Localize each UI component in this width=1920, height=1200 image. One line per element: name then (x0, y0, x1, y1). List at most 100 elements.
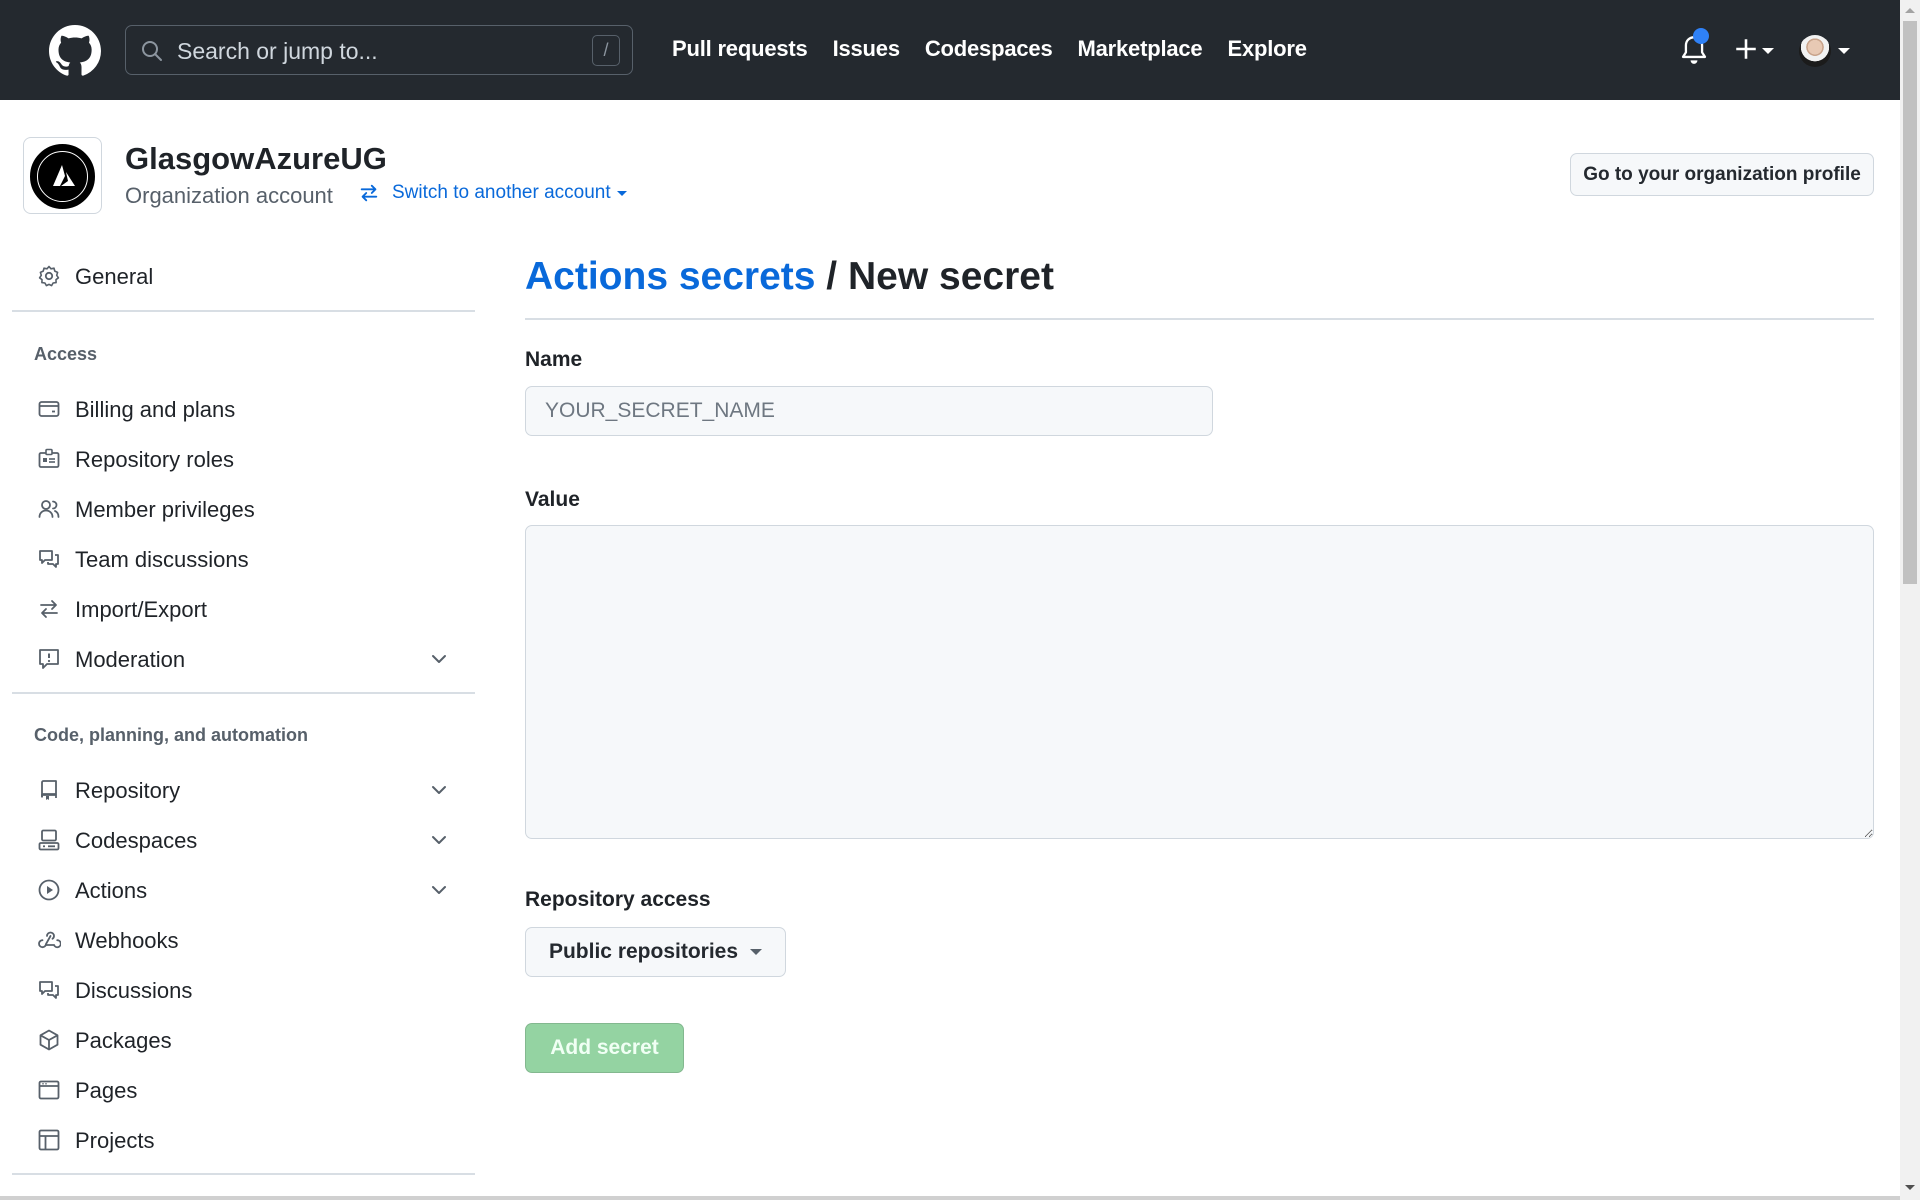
sidebar-item-label: Repository (75, 778, 181, 803)
breadcrumb-separator: / (815, 255, 848, 298)
vertical-scrollbar[interactable] (1900, 0, 1920, 1200)
org-name: GlasgowAzureUG (125, 141, 387, 176)
sidebar-item-label: Team discussions (75, 547, 249, 572)
switch-account-caret-icon (616, 190, 627, 196)
notification-indicator (1693, 28, 1709, 44)
sidebar-item-projects[interactable]: Projects (12, 1118, 475, 1162)
sidebar-item-packages[interactable]: Packages (12, 1018, 475, 1062)
sidebar-item-label: Moderation (75, 647, 186, 672)
name-label: Name (525, 348, 583, 371)
switch-account-label: Switch to another account (392, 182, 611, 203)
nav-issues[interactable]: Issues (833, 36, 900, 62)
sidebar-divider (12, 1173, 475, 1175)
caret-down-icon (750, 949, 763, 955)
id-badge-icon (38, 448, 60, 468)
sidebar-divider (12, 692, 475, 694)
nav-marketplace[interactable]: Marketplace (1077, 36, 1202, 62)
sidebar-item-label: Repository roles (75, 447, 234, 472)
sidebar-item-import-export[interactable]: Import/Export (12, 587, 475, 631)
search-shortcut-key: / (592, 35, 620, 66)
repository-access-selected: Public repositories (548, 940, 739, 963)
create-new-caret-icon[interactable] (1762, 48, 1774, 54)
report-icon (39, 649, 59, 669)
chevron-down-icon[interactable] (430, 881, 448, 899)
gear-icon (38, 265, 60, 287)
title-divider (525, 318, 1874, 320)
sidebar-item-webhooks[interactable]: Webhooks (12, 918, 475, 962)
switch-account-link[interactable]: Switch to another account (358, 182, 627, 204)
sidebar-divider (12, 310, 475, 312)
nav-explore[interactable]: Explore (1227, 36, 1306, 62)
user-avatar[interactable] (1799, 35, 1831, 67)
sidebar-item-repository[interactable]: Repository (12, 768, 475, 812)
sidebar-item-label: Webhooks (75, 928, 179, 953)
sidebar-heading-access: Access (34, 344, 98, 364)
sidebar-item-general[interactable]: General (12, 254, 475, 298)
org-account-type: Organization account (125, 183, 333, 208)
search-icon (142, 41, 162, 61)
user-menu-caret-icon[interactable] (1838, 48, 1850, 54)
scrollbar-thumb[interactable] (1903, 21, 1917, 584)
package-icon (39, 1029, 59, 1051)
secret-name-input[interactable] (525, 386, 1213, 436)
secret-value-textarea[interactable] (525, 525, 1874, 839)
nav-pull-requests[interactable]: Pull requests (672, 36, 808, 62)
scroll-up-arrow-icon[interactable] (1905, 8, 1915, 13)
github-logo-icon[interactable] (49, 25, 101, 77)
org-logo (30, 144, 95, 209)
comment-discussion-icon (39, 981, 59, 999)
org-avatar[interactable] (23, 137, 102, 214)
sidebar-item-label: Member privileges (75, 497, 255, 522)
global-header: Search or jump to... / Pull requests Iss… (0, 0, 1900, 100)
sidebar-item-label: Billing and plans (75, 397, 236, 422)
sidebar-item-actions[interactable]: Actions (12, 868, 475, 912)
search-placeholder: Search or jump to... (177, 38, 378, 64)
sidebar-item-pages[interactable]: Pages (12, 1068, 475, 1112)
browser-icon (38, 1080, 60, 1100)
sidebar-item-billing[interactable]: Billing and plans (12, 387, 475, 431)
chevron-down-icon[interactable] (430, 831, 448, 849)
breadcrumb-actions-secrets[interactable]: Actions secrets (525, 255, 815, 298)
comment-discussion-icon (39, 550, 59, 568)
sidebar-item-team-discussions[interactable]: Team discussions (12, 537, 475, 581)
chevron-down-icon[interactable] (430, 781, 448, 799)
value-label: Value (525, 488, 580, 511)
add-secret-button[interactable]: Add secret (525, 1023, 684, 1073)
sidebar-item-codespaces[interactable]: Codespaces (12, 818, 475, 862)
repo-icon (41, 780, 57, 800)
codespaces-icon (38, 829, 60, 851)
sidebar-item-label: Pages (75, 1078, 138, 1103)
sidebar-item-repository-roles[interactable]: Repository roles (12, 437, 475, 481)
sidebar-item-label: Discussions (75, 978, 193, 1003)
sidebar-item-label: Projects (75, 1128, 155, 1153)
page-title: Actions secrets / New secret (525, 255, 1054, 299)
arrow-switch-icon (40, 600, 58, 618)
create-new-icon[interactable] (1733, 36, 1759, 62)
sidebar-item-label: Packages (75, 1028, 172, 1053)
people-icon (38, 500, 60, 518)
search-input[interactable]: Search or jump to... / (125, 25, 633, 75)
sidebar-item-label: Import/Export (75, 597, 208, 622)
table-icon (38, 1129, 60, 1151)
sidebar-item-discussions[interactable]: Discussions (12, 968, 475, 1012)
sidebar-item-moderation[interactable]: Moderation (12, 637, 475, 681)
sidebar-item-label: Codespaces (75, 828, 198, 853)
sidebar-item-label: General (75, 264, 154, 289)
repository-access-select[interactable]: Public repositories (525, 927, 786, 977)
azure-logo-icon (53, 165, 75, 186)
sidebar-item-label: Actions (75, 878, 148, 903)
arrow-switch-icon (360, 184, 378, 202)
global-nav: Pull requests Issues Codespaces Marketpl… (672, 36, 1332, 62)
repository-access-label: Repository access (525, 888, 711, 911)
horizontal-scrollbar[interactable] (0, 1196, 1900, 1200)
credit-card-icon (38, 401, 60, 417)
page-title-text: New secret (847, 255, 1054, 298)
play-icon (38, 879, 60, 901)
scroll-down-arrow-icon[interactable] (1905, 1185, 1915, 1190)
nav-codespaces[interactable]: Codespaces (925, 36, 1053, 62)
go-to-org-profile-button[interactable]: Go to your organization profile (1570, 153, 1874, 196)
chevron-down-icon[interactable] (430, 650, 448, 668)
sidebar-heading-code-planning-automation: Code, planning, and automation (34, 725, 308, 745)
sidebar-item-member-privileges[interactable]: Member privileges (12, 487, 475, 531)
webhook-icon (38, 931, 61, 949)
